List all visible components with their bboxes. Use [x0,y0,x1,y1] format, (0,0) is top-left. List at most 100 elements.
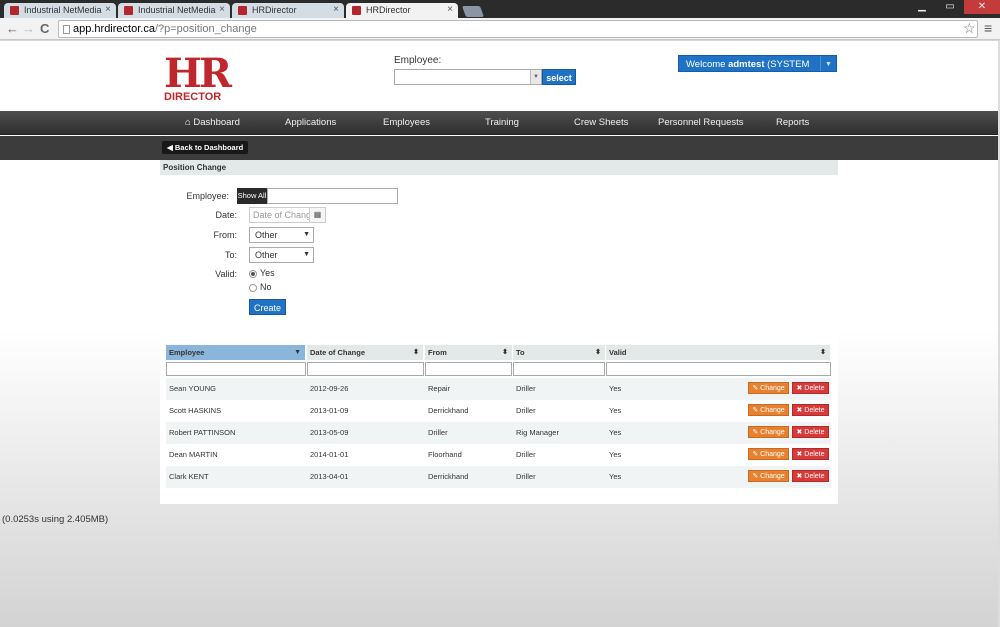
logo-director-text: DIRECTOR [164,91,222,103]
valid-no-label[interactable]: No [260,282,272,292]
sort-icon: ⬍ [413,349,419,356]
column-header-date[interactable]: Date of Change ⬍ [307,345,424,360]
url-path: /?p=position_change [154,23,257,35]
delete-button[interactable]: ✖ Delete [792,382,829,394]
header-employee-label: Employee: [394,55,442,66]
tab-close-icon[interactable]: × [447,4,453,15]
sort-icon: ⬍ [820,349,826,356]
show-all-button[interactable]: Show All [237,188,267,204]
page-content: HR DIRECTOR Employee: ▼ select Welcome a… [0,41,998,627]
favicon-icon [238,6,247,15]
column-label: Employee [169,348,205,357]
delete-button[interactable]: ✖ Delete [792,404,829,416]
cell-from: Repair [428,384,451,393]
tab-close-icon[interactable]: × [219,4,225,15]
tab-close-icon[interactable]: × [105,4,111,15]
select-button[interactable]: select [542,69,576,85]
filter-to-input[interactable] [513,362,605,376]
employee-input[interactable] [267,188,398,204]
browser-tab-bar: Industrial NetMedia × Industrial NetMedi… [0,0,1000,18]
delete-button[interactable]: ✖ Delete [792,448,829,460]
column-header-employee[interactable]: Employee ▼ [166,345,306,360]
browser-tab[interactable]: Industrial NetMedia × [4,3,116,18]
column-header-valid[interactable]: Valid ⬍ [606,345,831,360]
cell-to: Driller [516,450,536,459]
tab-close-icon[interactable]: × [333,4,339,15]
change-button[interactable]: ✎ Change [748,426,789,438]
column-label: To [516,348,525,357]
bookmark-star-icon[interactable]: ☆ [963,20,976,37]
from-value: Other [255,230,278,240]
browser-tab[interactable]: Industrial NetMedia × [118,3,230,18]
site-header: HR DIRECTOR Employee: ▼ select Welcome a… [0,41,998,111]
date-field-label: Date: [215,210,237,220]
date-input[interactable]: Date of Change ▦ [249,207,326,223]
cell-to: Driller [516,384,536,393]
delete-button[interactable]: ✖ Delete [792,426,829,438]
cell-employee: Robert PATTINSON [169,428,236,437]
header-employee-select[interactable]: ▼ [394,69,542,85]
column-header-to[interactable]: To ⬍ [513,345,606,360]
restore-icon[interactable]: ▭ [936,0,964,14]
change-button[interactable]: ✎ Change [748,382,789,394]
position-change-panel: Position Change Employee: Show All Date:… [160,160,838,504]
valid-yes-label[interactable]: Yes [260,268,275,278]
change-button[interactable]: ✎ Change [748,470,789,482]
cell-date: 2013-04-01 [310,472,349,481]
column-header-from[interactable]: From ⬍ [425,345,513,360]
nav-reports[interactable]: Reports [776,111,809,135]
reload-icon[interactable]: C [40,21,49,37]
nav-dashboard[interactable]: ⌂ Dashboard [185,111,240,135]
hr-director-logo[interactable]: HR DIRECTOR [164,54,232,107]
back-to-dashboard-button[interactable]: ◀ Back to Dashboard [162,141,249,154]
cell-valid: Yes [609,472,622,481]
change-button[interactable]: ✎ Change [748,448,789,460]
cell-date: 2013-05-09 [310,428,349,437]
browser-menu-icon[interactable]: ≡ [984,20,992,36]
forward-arrow-icon[interactable]: → [22,21,35,37]
filter-from-input[interactable] [425,362,512,376]
delete-button[interactable]: ✖ Delete [792,470,829,482]
url-input[interactable]: app.hrdirector.ca/?p=position_change [58,20,978,38]
table-row: Robert PATTINSON 2013-05-09 Driller Rig … [166,422,831,444]
cell-employee: Scott HASKINS [169,406,222,415]
browser-tab-active[interactable]: HRDirector × [346,3,458,18]
cell-employee: Clark KENT [169,472,209,481]
nav-label: Dashboard [193,117,240,128]
valid-no-radio[interactable] [249,284,257,292]
cell-valid: Yes [609,428,622,437]
minimize-icon[interactable]: ▁ [908,0,936,14]
nav-personnel-requests[interactable]: Personnel Requests [658,111,744,135]
calendar-icon[interactable]: ▦ [309,208,325,222]
filter-employee-input[interactable] [166,362,306,376]
filter-date-input[interactable] [307,362,424,376]
browser-tab[interactable]: HRDirector × [232,3,344,18]
filter-valid-input[interactable] [606,362,831,376]
to-select[interactable]: Other ▼ [249,247,314,263]
table-row: Clark KENT 2013-04-01 Derrickhand Drille… [166,466,831,488]
sub-toolbar: ◀ Back to Dashboard [0,136,998,160]
nav-employees[interactable]: Employees [383,111,430,135]
to-field-label: To: [224,250,237,260]
window-close-icon[interactable]: ✕ [964,0,1000,14]
nav-crew-sheets[interactable]: Crew Sheets [574,111,628,135]
sort-icon: ⬍ [595,349,601,356]
table-row: Dean MARTIN 2014-01-01 Floorhand Driller… [166,444,831,466]
from-select[interactable]: Other ▼ [249,227,314,243]
caret-down-icon[interactable]: ▼ [820,56,836,71]
user-menu-button[interactable]: Welcome admtest (SYSTEM ADMIN) ▼ [678,55,837,87]
new-tab-button[interactable] [461,6,485,17]
favicon-icon [124,6,133,15]
change-button[interactable]: ✎ Change [748,404,789,416]
table-row: Sean YOUNG 2012-09-26 Repair Driller Yes… [166,378,831,400]
cell-employee: Dean MARTIN [169,450,218,459]
cell-date: 2013-01-09 [310,406,349,415]
favicon-icon [352,6,361,15]
panel-title: Position Change [160,160,838,175]
valid-yes-radio[interactable] [249,270,257,278]
create-button[interactable]: Create [249,299,286,315]
nav-training[interactable]: Training [485,111,519,135]
back-arrow-icon[interactable]: ← [6,21,19,37]
main-nav: ⌂ Dashboard Applications Employees Train… [0,111,998,135]
nav-applications[interactable]: Applications [285,111,336,135]
